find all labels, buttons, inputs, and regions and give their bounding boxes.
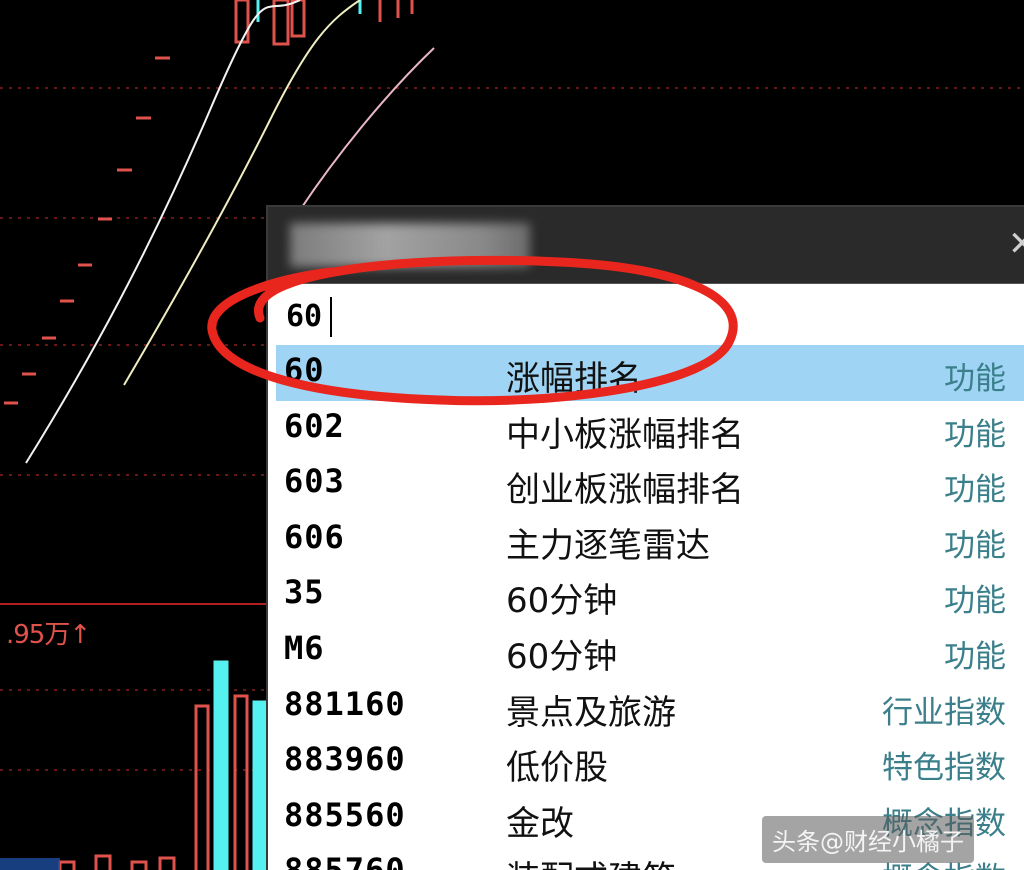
volume-floor bbox=[0, 858, 60, 870]
result-name: 景点及旅游 bbox=[506, 692, 676, 733]
result-name: 60分钟 bbox=[506, 636, 618, 677]
result-code: 881160 bbox=[284, 684, 406, 723]
result-type: 功能 bbox=[944, 527, 1006, 564]
result-type: 功能 bbox=[944, 472, 1006, 509]
result-name: 低价股 bbox=[506, 748, 608, 789]
result-row[interactable]: 603 创业板涨幅排名 功能 bbox=[276, 456, 1024, 512]
result-type: 功能 bbox=[944, 583, 1006, 620]
result-row[interactable]: 883960 低价股 特色指数 bbox=[276, 734, 1024, 790]
result-code: 60 bbox=[284, 351, 325, 389]
keyboard-wizard-popup: ✕ 60涨幅排名功能602中小板涨幅排名功能603创业板涨幅排名功能606主力逐… bbox=[266, 205, 1024, 870]
result-code: 603 bbox=[284, 462, 345, 501]
volume-value-label: .95万↑ bbox=[6, 620, 91, 650]
result-row[interactable]: 35 60分钟 功能 bbox=[276, 567, 1024, 623]
result-code: 885560 bbox=[284, 795, 406, 834]
result-list: 60 涨幅排名 功能 602 中小板涨幅排名 功能 603 创业板涨幅排名 功能 606 主力逐笔雷… bbox=[276, 345, 1024, 870]
watermark: 头条@财经小橘子 bbox=[762, 816, 974, 863]
price-dash-markers bbox=[4, 56, 170, 405]
stock-software-window: .95万↑ ✕ 60涨幅排名功能602中小板涨幅排名功能603创业板涨幅排名功能… bbox=[0, 0, 1024, 870]
result-name: 装配式建筑 bbox=[506, 851, 676, 870]
wizard-titlebar[interactable]: ✕ bbox=[268, 207, 1024, 284]
close-icon[interactable]: ✕ bbox=[1008, 227, 1024, 261]
result-name: 金改 bbox=[506, 803, 574, 844]
candlesticks bbox=[234, 0, 414, 46]
result-code: 885760 bbox=[284, 851, 406, 870]
result-name: 60分钟 bbox=[506, 581, 618, 622]
result-type: 功能 bbox=[944, 638, 1006, 675]
result-name: 创业板涨幅排名 bbox=[506, 470, 744, 511]
result-row[interactable]: 606 主力逐笔雷达 功能 bbox=[276, 512, 1024, 568]
search-input[interactable] bbox=[276, 289, 1016, 343]
result-row[interactable]: 602 中小板涨幅排名 功能 bbox=[276, 401, 1024, 457]
result-row[interactable]: M6 60分钟 功能 bbox=[276, 623, 1024, 679]
result-code: M6 bbox=[284, 628, 325, 667]
result-name: 涨幅排名 bbox=[506, 359, 642, 399]
result-type: 功能 bbox=[944, 361, 1006, 397]
result-name: 中小板涨幅排名 bbox=[506, 414, 744, 455]
result-code: 883960 bbox=[284, 740, 406, 779]
blurred-title bbox=[290, 223, 530, 267]
result-code: 606 bbox=[284, 517, 345, 556]
result-type: 行业指数 bbox=[882, 694, 1006, 731]
result-type: 特色指数 bbox=[882, 750, 1006, 787]
volume-bars bbox=[58, 660, 270, 870]
result-row[interactable]: 881160 景点及旅游 行业指数 bbox=[276, 679, 1024, 735]
result-name: 主力逐笔雷达 bbox=[506, 525, 710, 566]
result-code: 602 bbox=[284, 406, 345, 445]
result-type: 功能 bbox=[944, 416, 1006, 453]
result-row[interactable]: 60 涨幅排名 功能 bbox=[276, 345, 1024, 401]
result-code: 35 bbox=[284, 573, 325, 612]
text-caret bbox=[330, 297, 332, 337]
